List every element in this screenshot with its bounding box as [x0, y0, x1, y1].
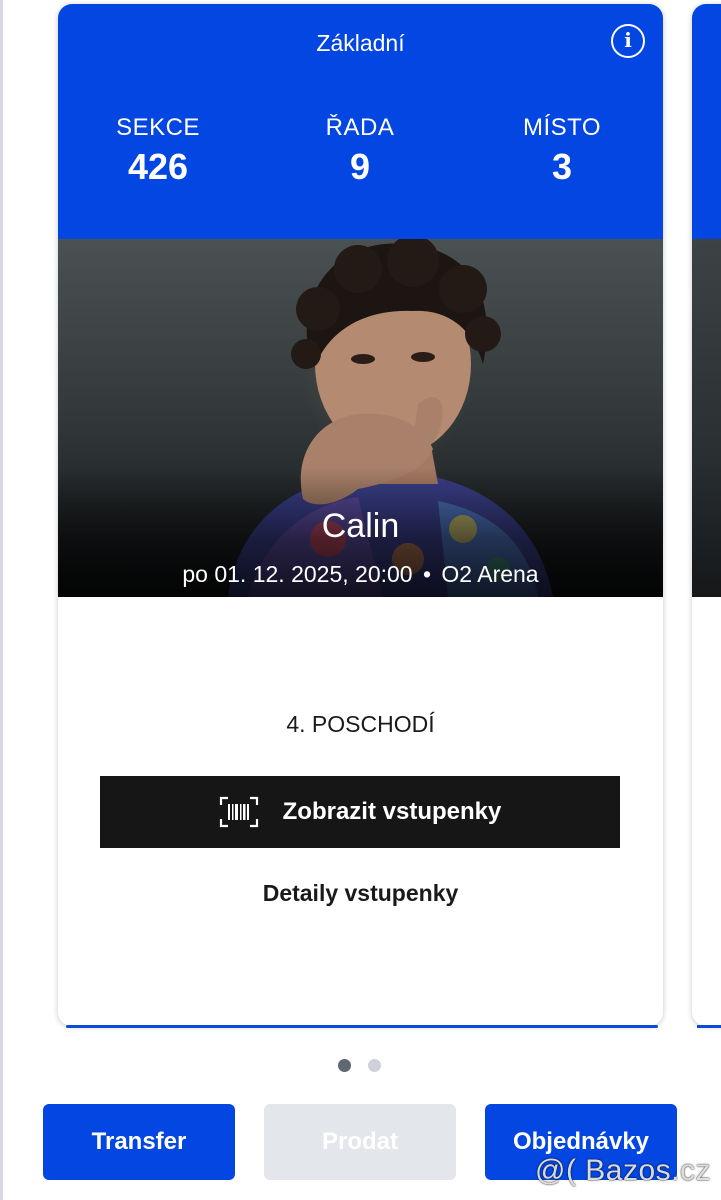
page-indicator[interactable] — [338, 1059, 386, 1073]
ticket-header: Základní i SEKCE 426 ŘADA 9 MÍSTO 3 — [58, 4, 663, 239]
next-ticket-photo — [692, 239, 721, 597]
artist-name: Calin — [321, 507, 400, 545]
event-venue: O2 Arena — [441, 561, 539, 587]
previous-card-edge — [0, 0, 3, 1200]
floor-label: 4. POSCHODÍ — [286, 711, 435, 737]
sell-button[interactable]: Prodat — [264, 1104, 456, 1180]
section-column: SEKCE 426 — [58, 114, 258, 188]
page-dot-active[interactable] — [338, 1059, 351, 1072]
next-ticket-header — [692, 4, 721, 239]
row-column: ŘADA 9 — [260, 114, 460, 188]
ticket-wallet-screen: Základní i SEKCE 426 ŘADA 9 MÍSTO 3 Cali… — [0, 0, 721, 1200]
watermark: @( Bazos.cz — [535, 1154, 711, 1187]
barcode-scan-icon — [219, 796, 258, 828]
info-icon[interactable]: i — [611, 24, 645, 58]
seat-value: 3 — [551, 146, 573, 187]
ticket-type-label: Základní — [316, 30, 405, 56]
seat-info: SEKCE 426 ŘADA 9 MÍSTO 3 — [58, 114, 663, 194]
ticket-body: 4. POSCHODÍ Zobrazit vstupenky Detaily v… — [58, 597, 663, 1026]
row-value: 9 — [349, 146, 371, 187]
show-tickets-label: Zobrazit vstupenky — [282, 798, 502, 825]
transfer-button[interactable]: Transfer — [43, 1104, 235, 1180]
event-date-time: po 01. 12. 2025, 20:00 — [182, 561, 413, 587]
row-label: ŘADA — [325, 114, 395, 141]
event-date-venue: po 01. 12. 2025, 20:00 • O2 Arena — [58, 561, 663, 588]
page-dot[interactable] — [368, 1059, 381, 1072]
next-card-accent-line — [697, 1025, 721, 1028]
seat-label: MÍSTO — [522, 114, 602, 141]
seat-column: MÍSTO 3 — [462, 114, 662, 188]
artist-photo: Calin po 01. 12. 2025, 20:00 • O2 Arena — [58, 239, 663, 597]
section-label: SEKCE — [116, 114, 200, 141]
section-value: 426 — [127, 146, 189, 187]
card-accent-line — [66, 1025, 658, 1028]
meta-separator: • — [422, 561, 432, 587]
ticket-card[interactable]: Základní i SEKCE 426 ŘADA 9 MÍSTO 3 Cali… — [58, 4, 663, 1026]
next-ticket-card[interactable] — [692, 4, 721, 1026]
ticket-details-link[interactable]: Detaily vstupenky — [58, 880, 663, 907]
show-tickets-button[interactable]: Zobrazit vstupenky — [100, 776, 620, 848]
